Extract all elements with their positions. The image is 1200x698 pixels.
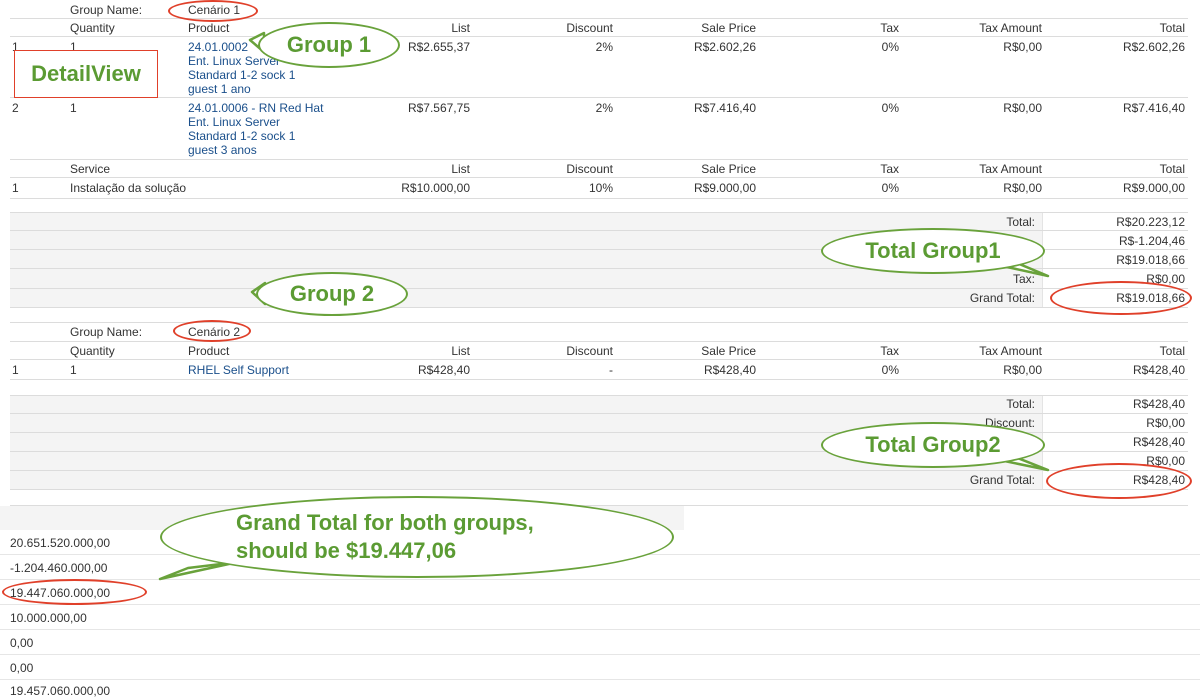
grand-total-callout: Grand Total for both groups, should be $… xyxy=(160,496,674,578)
grand-total-callout-line2: should be $19.447,06 xyxy=(236,538,457,563)
grand-total-callout-line1: Grand Total for both groups, xyxy=(236,510,534,535)
group1-callout: Group 1 xyxy=(258,22,400,68)
group2-callout: Group 2 xyxy=(256,272,408,316)
total-group1-callout: Total Group1 xyxy=(821,228,1045,274)
total-group2-callout: Total Group2 xyxy=(821,422,1045,468)
callout-tails xyxy=(158,31,1050,581)
